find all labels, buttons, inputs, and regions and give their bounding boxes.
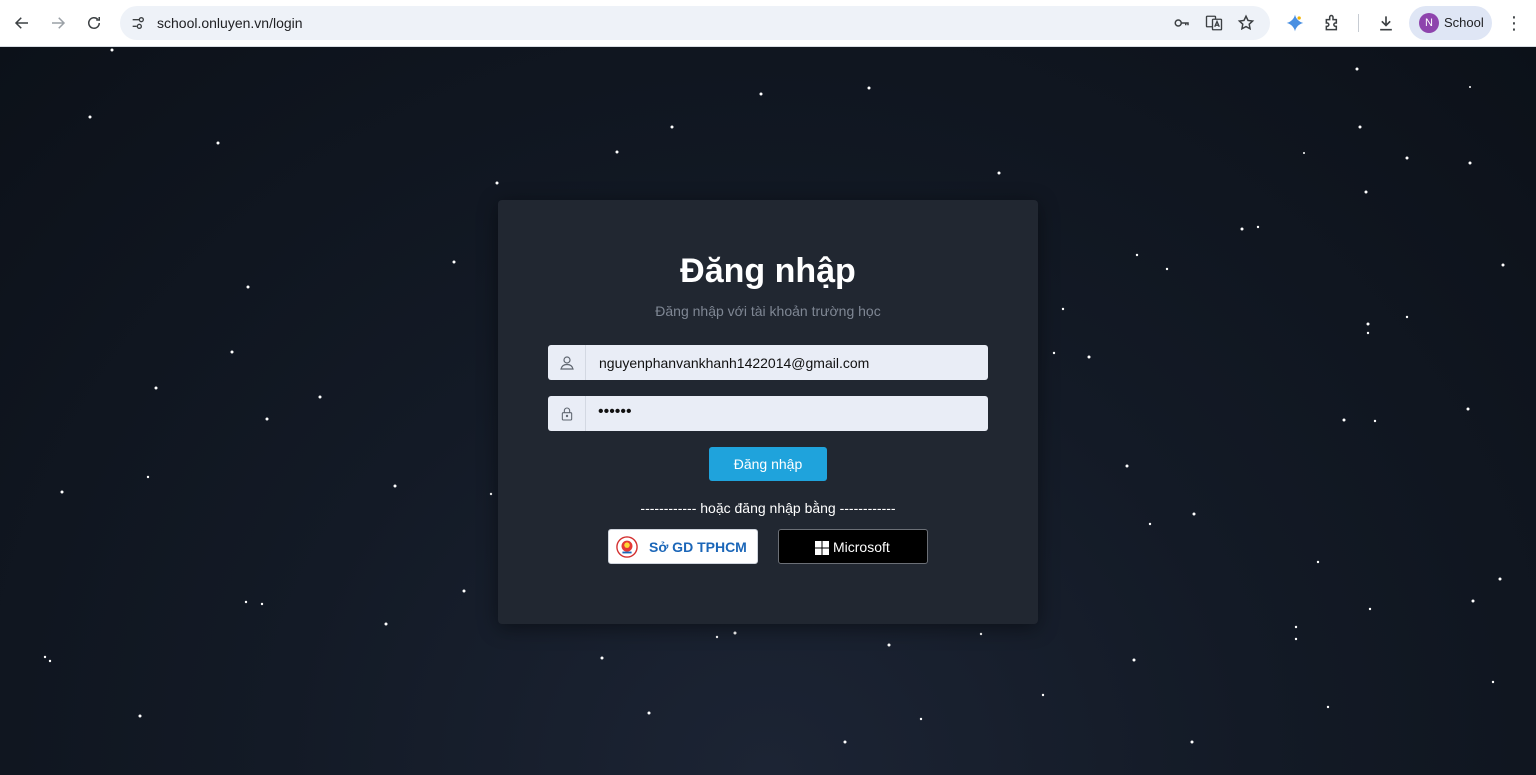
toolbar-divider — [1358, 14, 1359, 32]
translate-icon[interactable] — [1204, 13, 1224, 33]
forward-button[interactable] — [40, 5, 76, 41]
bookmark-star-icon[interactable] — [1236, 13, 1256, 33]
profile-button[interactable]: N School — [1409, 6, 1492, 40]
site-info-icon[interactable] — [128, 13, 148, 33]
address-bar[interactable]: school.onluyen.vn/login — [120, 6, 1270, 40]
profile-name: School — [1444, 15, 1484, 30]
reload-button[interactable] — [76, 5, 112, 41]
username-field[interactable] — [548, 345, 988, 380]
username-input[interactable] — [588, 345, 983, 380]
login-card: Đăng nhập Đăng nhập với tài khoản trường… — [498, 200, 1038, 624]
sso-microsoft-button[interactable]: Microsoft — [778, 529, 928, 564]
reload-icon — [88, 17, 100, 29]
browser-toolbar: school.onluyen.vn/login N School ⋮ — [0, 0, 1536, 47]
login-button[interactable]: Đăng nhập — [709, 447, 827, 481]
password-input[interactable]: •••••• — [598, 403, 632, 421]
lock-icon — [548, 396, 586, 431]
avatar: N — [1419, 13, 1439, 33]
so-gd-logo-icon — [616, 536, 638, 558]
login-subtitle: Đăng nhập với tài khoản trường học — [655, 303, 881, 319]
page-background: Đăng nhập Đăng nhập với tài khoản trường… — [0, 47, 1536, 775]
extensions-icon[interactable] — [1322, 12, 1344, 34]
back-icon — [14, 17, 28, 29]
windows-logo-icon — [815, 541, 829, 555]
alternative-login-divider: ------------ hoặc đăng nhập bằng -------… — [640, 500, 896, 516]
password-field[interactable]: •••••• — [548, 396, 988, 431]
user-icon — [548, 345, 586, 380]
sso-gd-label: Sở GD TPHCM — [649, 539, 747, 555]
forward-icon — [52, 17, 66, 29]
password-key-icon[interactable] — [1172, 13, 1192, 33]
sso-microsoft-label: Microsoft — [833, 539, 890, 555]
page-title: Đăng nhập — [680, 252, 856, 290]
menu-icon[interactable]: ⋮ — [1503, 12, 1525, 34]
sso-gd-tphcm-button[interactable]: Sở GD TPHCM — [608, 529, 758, 564]
download-icon[interactable] — [1375, 12, 1397, 34]
gemini-icon[interactable] — [1284, 12, 1306, 34]
back-button[interactable] — [4, 5, 40, 41]
url-text[interactable]: school.onluyen.vn/login — [157, 15, 303, 31]
